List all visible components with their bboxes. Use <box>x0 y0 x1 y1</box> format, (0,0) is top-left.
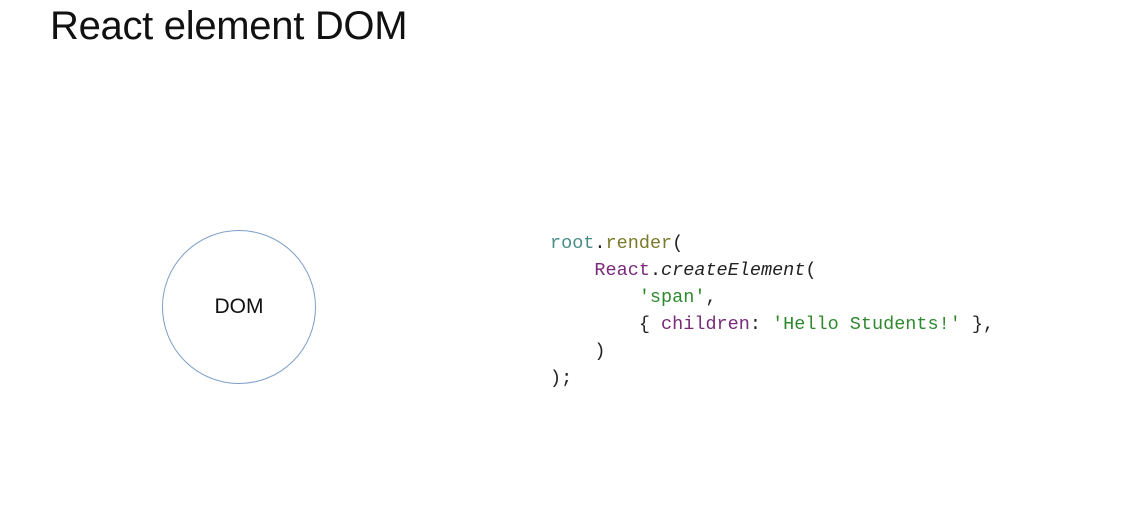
code-line: React.createElement( <box>550 257 994 284</box>
code-token: render <box>605 233 673 254</box>
code-token: . <box>594 233 606 254</box>
code-line: 'span', <box>550 284 994 311</box>
code-token: ( <box>805 260 817 281</box>
dom-node-circle: DOM <box>162 230 316 384</box>
code-line: root.render( <box>550 230 994 257</box>
code-token: 'span' <box>638 287 706 308</box>
slide-title: React element DOM <box>50 4 408 48</box>
code-token: createElement <box>661 260 806 281</box>
code-block: root.render( React.createElement( 'span'… <box>550 230 994 392</box>
code-token: , <box>705 287 717 308</box>
code-token: root <box>550 233 595 254</box>
code-token: }, <box>960 314 995 335</box>
code-token: ) <box>550 341 606 362</box>
code-token: { <box>550 314 662 335</box>
code-token: . <box>649 260 662 281</box>
code-token: ( <box>672 233 684 254</box>
code-line: { children: 'Hello Students!' }, <box>550 311 994 338</box>
code-token: ); <box>550 368 573 389</box>
dom-node-label: DOM <box>214 295 264 318</box>
code-token: React <box>594 260 650 281</box>
code-line: ) <box>550 338 994 365</box>
code-token: 'Hello Students!' <box>772 314 961 335</box>
code-token: children <box>661 314 750 335</box>
code-token: : <box>749 314 773 335</box>
slide: React element DOM DOM root.render( React… <box>0 0 1125 521</box>
code-line: ); <box>550 365 994 392</box>
